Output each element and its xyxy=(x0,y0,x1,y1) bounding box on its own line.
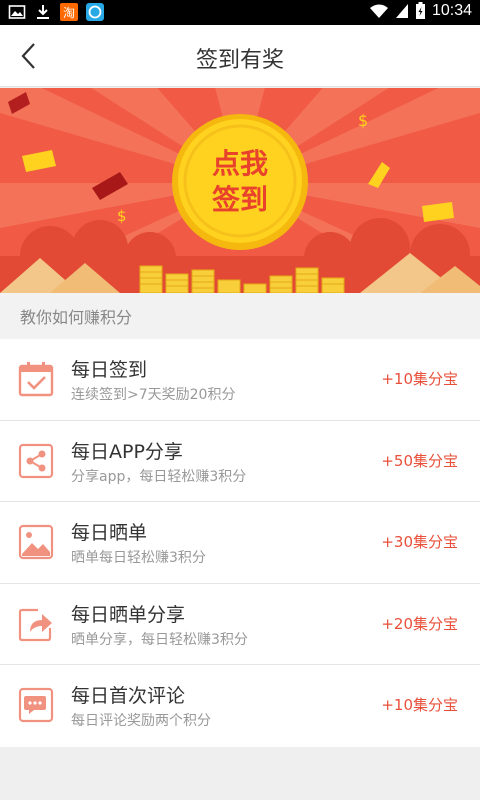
status-bar: 淘 10:34 xyxy=(0,0,480,25)
task-reward: +50集分宝 xyxy=(381,451,458,470)
task-list: 每日签到 连续签到>7天奖励20积分 +10集分宝 每日APP分享 分享app，… xyxy=(0,339,480,747)
svg-text:$: $ xyxy=(358,111,368,130)
page-title: 签到有奖 xyxy=(195,48,284,73)
coin-text-line2: 签到 xyxy=(211,183,268,216)
task-reward: +30集分宝 xyxy=(381,533,458,551)
task-subtitle: 每日评论奖励两个积分 xyxy=(71,713,211,729)
download-icon xyxy=(37,5,49,19)
title-bar: 签到有奖 xyxy=(0,25,480,87)
browser-app-icon xyxy=(86,3,104,21)
svg-text:淘: 淘 xyxy=(63,6,75,20)
image-icon xyxy=(8,5,26,19)
taobao-app-icon: 淘 xyxy=(60,3,78,21)
forward-arrow-icon xyxy=(18,608,52,641)
task-subtitle: 分享app，每日轻松赚3积分 xyxy=(71,468,247,485)
task-reward: +10集分宝 xyxy=(381,696,458,714)
checkin-coin-label[interactable]: 点我 签到 xyxy=(180,146,300,218)
image-icon xyxy=(18,524,54,560)
calendar-check-icon xyxy=(18,362,54,397)
task-title: 每日签到 xyxy=(71,359,148,381)
task-subtitle: 连续签到>7天奖励20积分 xyxy=(71,387,236,403)
chat-bubble-icon xyxy=(18,687,54,723)
battery-icon xyxy=(415,2,425,19)
task-row-daily-checkin[interactable]: 每日签到 连续签到>7天奖励20积分 +10集分宝 xyxy=(0,339,480,421)
wifi-icon xyxy=(369,4,388,18)
task-title: 每日晒单 xyxy=(71,522,148,544)
task-row-daily-showcase[interactable]: 每日晒单 晒单每日轻松赚3积分 +30集分宝 xyxy=(0,502,480,584)
task-reward: +20集分宝 xyxy=(381,614,458,633)
task-row-showcase-share[interactable]: 每日晒单分享 晒单分享，每日轻松赚3积分 +20集分宝 xyxy=(0,584,480,665)
checkin-banner[interactable]: $ $ 点我 签到 xyxy=(0,88,480,293)
task-reward: +10集分宝 xyxy=(381,370,458,388)
task-row-first-comment[interactable]: 每日首次评论 每日评论奖励两个积分 +10集分宝 xyxy=(0,665,480,747)
section-header: 教你如何赚积分 xyxy=(0,293,480,339)
task-title: 每日晒单分享 xyxy=(71,603,186,626)
task-subtitle: 晒单每日轻松赚3积分 xyxy=(71,550,206,566)
signal-icon xyxy=(395,4,408,18)
coin-text-line1: 点我 xyxy=(211,147,268,180)
task-title: 每日首次评论 xyxy=(71,685,186,707)
share-icon xyxy=(18,443,54,478)
task-row-app-share[interactable]: 每日APP分享 分享app，每日轻松赚3积分 +50集分宝 xyxy=(0,421,480,502)
task-subtitle: 晒单分享，每日轻松赚3积分 xyxy=(71,631,248,648)
section-title: 教你如何赚积分 xyxy=(20,308,133,327)
task-title: 每日APP分享 xyxy=(71,440,183,463)
status-time: 10:34 xyxy=(431,2,472,19)
svg-text:$: $ xyxy=(117,207,127,225)
